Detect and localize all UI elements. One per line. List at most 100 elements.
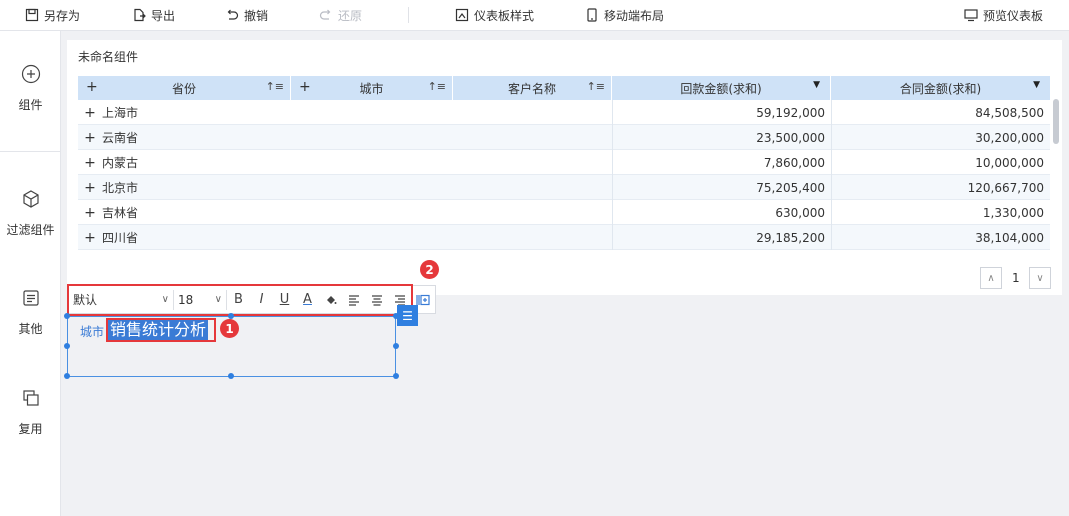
resize-handle[interactable] bbox=[64, 313, 70, 319]
expand-plus-icon[interactable]: + bbox=[78, 230, 102, 246]
redo-button[interactable]: 还原 bbox=[319, 0, 362, 30]
table-row[interactable]: + 吉林省 630,000 1,330,000 bbox=[78, 200, 1050, 225]
cube-icon bbox=[22, 190, 39, 208]
annotation-box-format-toolbar bbox=[67, 284, 413, 316]
expand-plus-icon[interactable]: + bbox=[78, 105, 102, 121]
table-header: + 省份 ↑≡ + 城市 ↑≡ 客户名称 ↑≡ 回款金额(求和) ▼ 合同金额(… bbox=[78, 76, 1050, 100]
column-label-payment: 回款金额(求和) bbox=[680, 81, 762, 96]
province-name: 云南省 bbox=[102, 131, 139, 145]
export-icon bbox=[134, 8, 146, 22]
contract-cell: 30,200,000 bbox=[831, 125, 1050, 150]
text-field-tag[interactable]: 城市 bbox=[80, 323, 104, 340]
sidebar-label-filter: 过滤组件 bbox=[6, 223, 55, 237]
save-as-label: 另存为 bbox=[44, 8, 81, 23]
payment-cell: 59,192,000 bbox=[612, 100, 831, 125]
chevron-down-icon: ∨ bbox=[1029, 267, 1051, 289]
widget-title: 未命名组件 bbox=[78, 50, 139, 64]
sidebar-item-filter-components[interactable]: 过滤组件 bbox=[0, 189, 61, 238]
save-as-button[interactable]: 另存为 bbox=[25, 0, 80, 30]
dropdown-caret-icon[interactable]: ▼ bbox=[813, 80, 820, 90]
column-header-city[interactable]: + 城市 ↑≡ bbox=[291, 76, 453, 100]
annotation-box-selected-text bbox=[106, 318, 216, 342]
table-scrollbar[interactable] bbox=[1053, 99, 1059, 144]
table-row[interactable]: + 北京市 75,205,400 120,667,700 bbox=[78, 175, 1050, 200]
mobile-layout-button[interactable]: 移动端布局 bbox=[585, 0, 664, 30]
export-button[interactable]: 导出 bbox=[132, 0, 175, 30]
expand-plus-icon[interactable]: + bbox=[299, 79, 311, 95]
expand-plus-icon[interactable]: + bbox=[78, 180, 102, 196]
pager-next-button[interactable]: ∨ bbox=[1029, 267, 1051, 289]
pager-prev-button[interactable]: ∧ bbox=[980, 267, 1002, 289]
table-row[interactable]: + 上海市 59,192,000 84,508,500 bbox=[78, 100, 1050, 125]
column-label-customer: 客户名称 bbox=[507, 81, 556, 96]
column-header-payment[interactable]: 回款金额(求和) ▼ bbox=[612, 76, 831, 100]
mobile-icon bbox=[587, 8, 597, 22]
contract-cell: 1,330,000 bbox=[831, 200, 1050, 225]
text-widget-menu-button[interactable]: ☰ bbox=[397, 305, 418, 326]
payment-cell: 75,205,400 bbox=[612, 175, 831, 200]
data-table: + 省份 ↑≡ + 城市 ↑≡ 客户名称 ↑≡ 回款金额(求和) ▼ 合同金额(… bbox=[78, 76, 1050, 250]
left-sidebar: 组件 过滤组件 其他 复用 bbox=[0, 31, 61, 516]
sort-icon[interactable]: ↑≡ bbox=[428, 80, 446, 93]
table-row[interactable]: + 四川省 29,185,200 38,104,000 bbox=[78, 225, 1050, 250]
contract-cell: 84,508,500 bbox=[831, 100, 1050, 125]
province-name: 内蒙古 bbox=[102, 156, 139, 170]
payment-cell: 630,000 bbox=[612, 200, 831, 225]
undo-label: 撤销 bbox=[244, 8, 269, 23]
province-cell: + 四川省 bbox=[78, 225, 612, 250]
province-cell: + 北京市 bbox=[78, 175, 612, 200]
annotation-badge-1: 1 bbox=[220, 319, 239, 338]
resize-handle[interactable] bbox=[393, 343, 399, 349]
province-name: 上海市 bbox=[102, 106, 139, 120]
dashboard-style-label: 仪表板样式 bbox=[474, 8, 535, 23]
table-row[interactable]: + 云南省 23,500,000 30,200,000 bbox=[78, 125, 1050, 150]
column-label-contract: 合同金额(求和) bbox=[899, 81, 982, 96]
sort-icon[interactable]: ↑≡ bbox=[266, 80, 284, 93]
expand-plus-icon[interactable]: + bbox=[78, 155, 102, 171]
dropdown-caret-icon[interactable]: ▼ bbox=[1033, 80, 1040, 90]
expand-plus-icon[interactable]: + bbox=[78, 130, 102, 146]
toolbar-divider bbox=[408, 7, 409, 23]
column-label-city: 城市 bbox=[359, 81, 384, 96]
column-header-customer[interactable]: 客户名称 ↑≡ bbox=[453, 76, 612, 100]
column-header-contract[interactable]: 合同金额(求和) ▼ bbox=[831, 76, 1050, 100]
mobile-layout-label: 移动端布局 bbox=[604, 8, 665, 23]
resize-handle[interactable] bbox=[228, 373, 234, 379]
payment-cell: 29,185,200 bbox=[612, 225, 831, 250]
resize-handle[interactable] bbox=[64, 373, 70, 379]
sidebar-label-other: 其他 bbox=[18, 322, 43, 336]
province-cell: + 上海市 bbox=[78, 100, 612, 125]
document-icon bbox=[22, 290, 39, 306]
province-name: 北京市 bbox=[102, 181, 139, 195]
sidebar-item-other[interactable]: 其他 bbox=[0, 288, 61, 337]
payment-cell: 7,860,000 bbox=[612, 150, 831, 175]
sort-icon[interactable]: ↑≡ bbox=[587, 80, 605, 93]
chevron-up-icon: ∧ bbox=[980, 267, 1002, 289]
redo-label: 还原 bbox=[338, 8, 363, 23]
monitor-icon bbox=[964, 9, 978, 22]
sidebar-item-components[interactable]: 组件 bbox=[0, 64, 61, 113]
sidebar-item-reuse[interactable]: 复用 bbox=[0, 388, 61, 437]
sidebar-divider bbox=[0, 151, 61, 152]
column-label-province: 省份 bbox=[171, 81, 196, 96]
insert-field-icon bbox=[415, 294, 430, 305]
layers-icon bbox=[22, 390, 39, 406]
province-name: 四川省 bbox=[102, 231, 139, 245]
sidebar-label-reuse: 复用 bbox=[18, 422, 43, 436]
resize-handle[interactable] bbox=[64, 343, 70, 349]
annotation-badge-2: 2 bbox=[420, 260, 439, 279]
column-header-province[interactable]: + 省份 ↑≡ bbox=[78, 76, 291, 100]
sidebar-label-components: 组件 bbox=[18, 98, 43, 112]
plus-circle-icon bbox=[21, 64, 40, 84]
table-widget[interactable]: 未命名组件 + 省份 ↑≡ + 城市 ↑≡ 客户名称 ↑≡ 回款金额(求和) ▼ bbox=[67, 40, 1062, 295]
expand-plus-icon[interactable]: + bbox=[86, 79, 98, 95]
table-row[interactable]: + 内蒙古 7,860,000 10,000,000 bbox=[78, 150, 1050, 175]
undo-button[interactable]: 撤销 bbox=[225, 0, 268, 30]
preview-dashboard-button[interactable]: 预览仪表板 bbox=[964, 0, 1043, 30]
dashboard-style-button[interactable]: 仪表板样式 bbox=[455, 0, 534, 30]
menu-icon: ☰ bbox=[402, 308, 413, 323]
expand-plus-icon[interactable]: + bbox=[78, 205, 102, 221]
resize-handle[interactable] bbox=[393, 373, 399, 379]
undo-icon bbox=[227, 9, 239, 20]
pager-current-page: 1 bbox=[1012, 271, 1020, 285]
